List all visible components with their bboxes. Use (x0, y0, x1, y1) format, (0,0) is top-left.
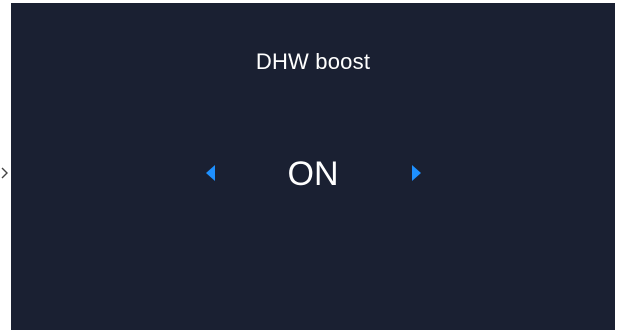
next-value-button[interactable] (406, 161, 426, 185)
caret-left-icon (206, 165, 215, 181)
setting-title: DHW boost (255, 49, 371, 74)
value-selector: ON (11, 149, 615, 199)
display-frame: DHW boost ON (0, 0, 620, 330)
setting-screen: DHW boost ON (11, 3, 615, 330)
chevron-right-icon (1, 167, 8, 179)
caret-right-icon (412, 165, 421, 181)
previous-value-button[interactable] (201, 161, 221, 185)
setting-value: ON (287, 155, 339, 193)
